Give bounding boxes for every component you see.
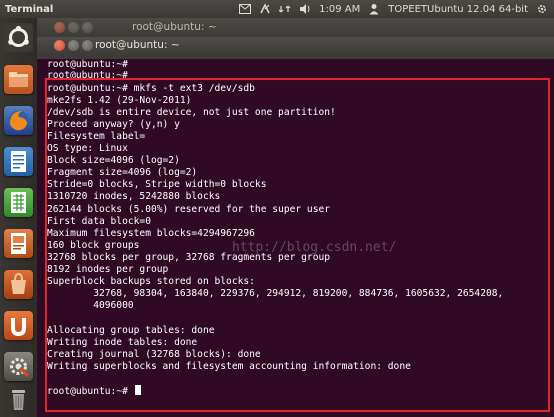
terminal-line: 262144 blocks (5.00%) reserved for the s…	[47, 204, 331, 215]
home-folder-icon[interactable]	[4, 65, 33, 94]
terminal-line: Fragment size=4096 (log=2)	[47, 167, 198, 178]
ubuntu-dash-icon[interactable]	[4, 23, 33, 52]
terminal-line: Stride=0 blocks, Stripe width=0 blocks	[47, 179, 267, 190]
terminal-line: Filesystem label=	[47, 131, 146, 142]
active-app-name: Terminal	[5, 3, 54, 15]
close-button[interactable]	[54, 40, 65, 51]
terminal-prompt-line[interactable]: root@ubuntu:~#	[47, 385, 141, 398]
mail-icon[interactable]	[239, 3, 252, 15]
ubuntu-one-icon[interactable]	[4, 311, 33, 340]
top-panel: Terminal 1:09 AM TOPEETUbuntu 12.04 64-b…	[0, 0, 554, 19]
terminal-line: Proceed anyway? (y,n) y	[47, 119, 180, 130]
terminal-line: /dev/sdb is entire device, not just one …	[47, 107, 336, 118]
terminal-line: 4096000	[47, 300, 134, 311]
terminal-line: OS type: Linux	[47, 143, 128, 154]
terminal-line: 32768, 98304, 163840, 229376, 294912, 81…	[47, 288, 504, 299]
terminal-line: 8192 inodes per group	[47, 264, 169, 275]
keyboard-icon[interactable]	[259, 3, 271, 15]
terminal-line: Block size=4096 (log=2)	[47, 155, 180, 166]
firefox-icon[interactable]	[4, 106, 33, 135]
terminal-line: Maximum filesystem blocks=4294967296	[47, 228, 255, 239]
software-center-icon[interactable]	[4, 270, 33, 299]
terminal-title: root@ubuntu: ~	[95, 39, 180, 51]
bg-maximize-button[interactable]	[82, 22, 93, 33]
terminal-line: root@ubuntu:~# mkfs -t ext3 /dev/sdb	[47, 83, 255, 94]
watermark-text: http://blog.csdn.net/	[232, 240, 397, 255]
session-user-name[interactable]: TOPEETUbuntu 12.04 64-bit	[388, 4, 528, 15]
launcher	[0, 18, 38, 417]
power-gear-icon[interactable]	[536, 3, 548, 15]
panel-indicators: 1:09 AM TOPEETUbuntu 12.04 64-bit	[239, 0, 548, 18]
terminal-line: Writing inode tables: done	[47, 337, 198, 348]
text-cursor	[134, 385, 141, 395]
terminal-line: mke2fs 1.42 (29-Nov-2011)	[47, 95, 192, 106]
libreoffice-writer-icon[interactable]	[4, 147, 33, 176]
minimize-button[interactable]	[68, 40, 79, 51]
trash-icon[interactable]	[4, 384, 33, 413]
terminal-line: 1310720 inodes, 5242880 blocks	[47, 191, 221, 202]
libreoffice-impress-icon[interactable]	[4, 229, 33, 258]
terminal-window: root@ubuntu: ~ root@ubuntu:~# root@ubunt…	[37, 37, 554, 417]
libreoffice-calc-icon[interactable]	[4, 188, 33, 217]
terminal-output[interactable]: root@ubuntu:~# root@ubuntu:~# root@ubunt…	[37, 59, 554, 417]
prompt-text: root@ubuntu:~#	[47, 386, 134, 397]
maximize-button[interactable]	[82, 40, 93, 51]
terminal-line: Creating journal (32768 blocks): done	[47, 349, 261, 360]
terminal-line: Writing superblocks and filesystem accou…	[47, 361, 411, 372]
bg-close-button[interactable]	[54, 22, 65, 33]
terminal-titlebar[interactable]: root@ubuntu: ~	[37, 37, 554, 55]
bg-minimize-button[interactable]	[68, 22, 79, 33]
background-window-titlebar[interactable]: root@ubuntu: ~	[37, 18, 554, 37]
terminal-line: First data block=0	[47, 216, 151, 227]
terminal-line: 160 block groups	[47, 240, 140, 251]
system-settings-icon[interactable]	[4, 352, 33, 381]
volume-icon[interactable]	[299, 3, 311, 15]
terminal-line: Superblock backups stored on blocks:	[47, 276, 255, 287]
network-icon[interactable]	[279, 3, 291, 15]
background-window-title: root@ubuntu: ~	[132, 21, 217, 33]
desktop: Terminal 1:09 AM TOPEETUbuntu 12.04 64-b…	[0, 0, 554, 417]
user-icon[interactable]	[368, 3, 380, 15]
clock[interactable]: 1:09 AM	[319, 4, 360, 15]
terminal-line: root@ubuntu:~#	[47, 70, 128, 81]
terminal-line: Allocating group tables: done	[47, 325, 215, 336]
